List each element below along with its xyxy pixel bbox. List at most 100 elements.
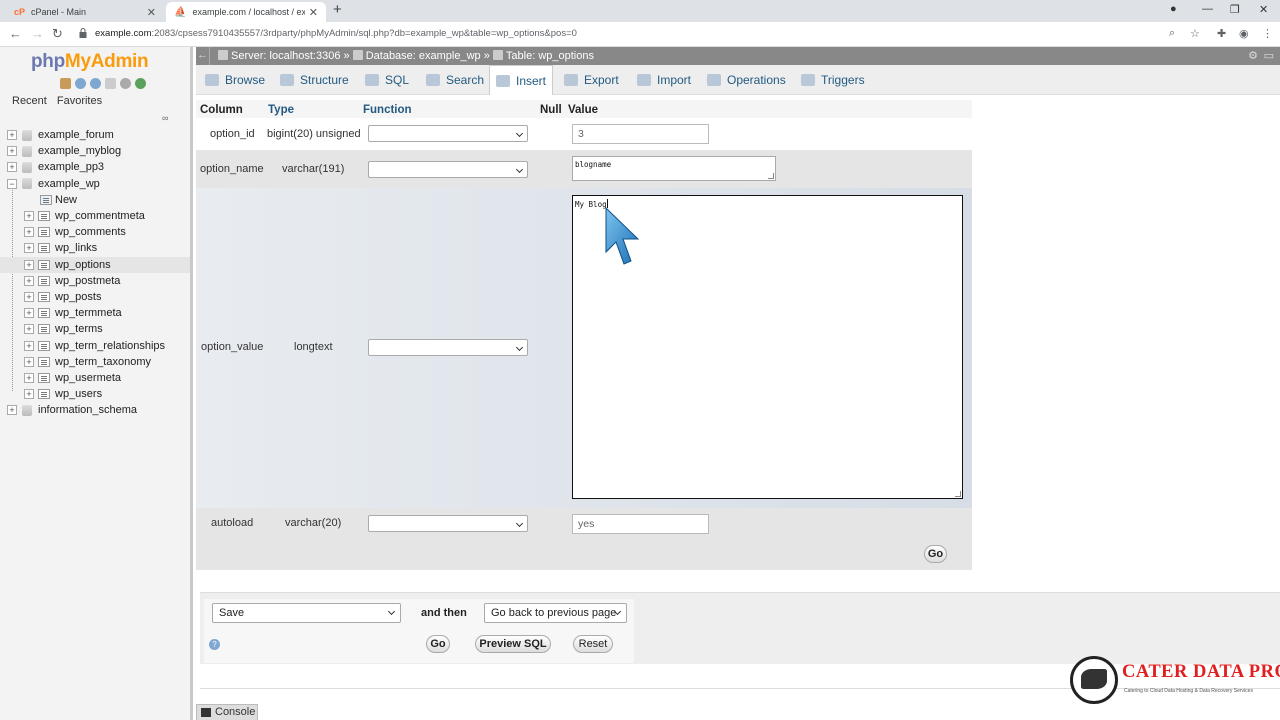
browser-tab-cpanel[interactable]: cP cPanel - Main ✕ <box>6 2 164 22</box>
tree-table-wp-term-relationships[interactable]: + wp_term_relationships <box>0 337 190 353</box>
forward-icon[interactable]: → <box>31 26 44 41</box>
recent-link[interactable]: Recent <box>12 95 47 107</box>
expand-icon[interactable]: + <box>24 356 34 367</box>
collapse-icon[interactable]: − <box>7 178 17 189</box>
tab-label: Export <box>584 73 619 87</box>
docs-icon[interactable] <box>105 78 116 89</box>
function-select[interactable] <box>368 515 528 532</box>
tree-db-information-schema[interactable]: + information_schema <box>0 402 190 418</box>
preview-sql-button[interactable]: Preview SQL <box>475 635 551 653</box>
account-icon[interactable]: ◉ <box>1239 27 1249 40</box>
collapse-top-icon[interactable]: ▭ <box>1264 49 1274 62</box>
tab-browse[interactable]: Browse <box>205 65 265 95</box>
function-select[interactable] <box>368 339 528 356</box>
console-toggle[interactable]: Console <box>196 704 258 720</box>
browser-tab-phpmyadmin[interactable]: ⛵ example.com / localhost / example_wp /… <box>166 2 326 22</box>
extensions-icon[interactable]: ✚ <box>1217 27 1226 40</box>
tree-table-wp-comments[interactable]: + wp_comments <box>0 224 190 240</box>
expand-icon[interactable]: + <box>7 130 17 141</box>
value-input-autoload[interactable]: yes <box>572 514 709 534</box>
maximize-icon[interactable]: ❐ <box>1230 3 1240 16</box>
after-insert-select[interactable]: Go back to previous page <box>484 603 627 623</box>
expand-icon[interactable]: + <box>24 308 34 319</box>
lock-icon[interactable] <box>79 28 87 38</box>
tree-new-table[interactable]: New <box>0 192 190 208</box>
tree-table-wp-term-taxonomy[interactable]: + wp_term_taxonomy <box>0 354 190 370</box>
tree-table-wp-termmeta[interactable]: + wp_termmeta <box>0 305 190 321</box>
expand-icon[interactable]: + <box>24 389 34 400</box>
tab-import[interactable]: Import <box>637 65 691 95</box>
zoom-icon[interactable]: ⌕ <box>1169 27 1175 40</box>
value-textarea-option-name[interactable]: blogname <box>572 156 776 181</box>
back-icon[interactable]: ← <box>9 26 22 41</box>
tab-structure[interactable]: Structure <box>280 65 349 95</box>
help-icon[interactable] <box>90 78 101 89</box>
tab-export[interactable]: Export <box>564 65 619 95</box>
home-icon[interactable] <box>60 78 71 89</box>
expand-icon[interactable]: + <box>24 227 34 238</box>
logout-icon[interactable] <box>75 78 86 89</box>
function-select[interactable] <box>368 161 528 178</box>
bookmark-star-icon[interactable]: ☆ <box>1190 27 1200 40</box>
column-type: varchar(20) <box>285 517 342 529</box>
menu-icon[interactable]: ⋮ <box>1262 27 1273 40</box>
tab-operations[interactable]: Operations <box>707 65 786 95</box>
resize-grip-icon[interactable] <box>768 173 774 179</box>
new-tab-icon[interactable]: + <box>333 1 342 18</box>
breadcrumb-table[interactable]: Table: wp_options <box>506 50 594 62</box>
tree-table-wp-links[interactable]: + wp_links <box>0 240 190 256</box>
tree-table-wp-usermeta[interactable]: + wp_usermeta <box>0 370 190 386</box>
expand-icon[interactable]: + <box>24 211 34 222</box>
expand-icon[interactable]: + <box>24 291 34 302</box>
expand-icon[interactable]: + <box>24 243 34 254</box>
close-icon[interactable]: ✕ <box>147 6 156 19</box>
function-select[interactable] <box>368 125 528 142</box>
favorites-link[interactable]: Favorites <box>57 95 102 107</box>
expand-icon[interactable]: + <box>24 259 34 270</box>
tree-db-example-myblog[interactable]: + example_myblog <box>0 143 190 159</box>
url-field[interactable]: example.com:2083/cpsess7910435557/3rdpar… <box>95 28 577 39</box>
breadcrumb-server[interactable]: Server: localhost:3306 <box>231 50 340 62</box>
breadcrumb-database[interactable]: Database: example_wp <box>366 50 481 62</box>
go-button[interactable]: Go <box>924 545 947 563</box>
tab-triggers[interactable]: Triggers <box>801 65 865 95</box>
tree-table-wp-options[interactable]: + wp_options <box>0 256 190 273</box>
reload-nav-icon[interactable] <box>135 78 146 89</box>
tab-sql[interactable]: SQL <box>365 65 409 95</box>
profile-circle-icon[interactable]: ● <box>1170 3 1177 15</box>
value-input-option-id[interactable]: 3 <box>572 124 709 144</box>
tree-table-wp-posts[interactable]: + wp_posts <box>0 289 190 305</box>
tree-db-example-pp3[interactable]: + example_pp3 <box>0 159 190 175</box>
reset-button[interactable]: Reset <box>573 635 613 653</box>
tab-insert[interactable]: Insert <box>489 65 554 95</box>
expand-icon[interactable]: + <box>24 340 34 351</box>
expand-icon[interactable]: + <box>7 405 17 416</box>
tree-table-wp-terms[interactable]: + wp_terms <box>0 321 190 337</box>
header-function[interactable]: Function <box>363 104 412 116</box>
help-icon[interactable]: ? <box>209 639 220 650</box>
minimize-icon[interactable]: — <box>1202 3 1213 15</box>
tree-db-example-forum[interactable]: + example_forum <box>0 127 190 143</box>
tree-table-wp-postmeta[interactable]: + wp_postmeta <box>0 273 190 289</box>
window-close-icon[interactable]: ✕ <box>1259 3 1268 16</box>
tree-table-wp-users[interactable]: + wp_users <box>0 386 190 402</box>
resize-grip-icon[interactable] <box>955 491 961 497</box>
close-icon[interactable]: ✕ <box>309 6 318 19</box>
settings-gear-icon[interactable]: ⚙ <box>1248 49 1258 62</box>
reload-icon[interactable]: ↻ <box>52 26 63 42</box>
action-select[interactable]: Save <box>212 603 401 623</box>
tree-db-example-wp[interactable]: − example_wp <box>0 176 190 192</box>
expand-icon[interactable]: + <box>7 146 17 157</box>
collapse-nav-icon[interactable]: ← <box>196 47 210 65</box>
expand-icon[interactable]: + <box>24 372 34 383</box>
settings-gear-icon[interactable] <box>120 78 131 89</box>
expand-icon[interactable]: + <box>7 162 17 173</box>
tree-table-wp-commentmeta[interactable]: + wp_commentmeta <box>0 208 190 224</box>
expand-icon[interactable]: + <box>24 324 34 335</box>
link-with-main-icon[interactable]: ∞ <box>162 113 168 123</box>
expand-icon[interactable]: + <box>24 275 34 286</box>
go-button[interactable]: Go <box>426 635 450 653</box>
tab-search[interactable]: Search <box>426 65 484 95</box>
header-type[interactable]: Type <box>268 104 294 116</box>
phpmyadmin-logo[interactable]: phpMyAdmin <box>31 51 149 73</box>
